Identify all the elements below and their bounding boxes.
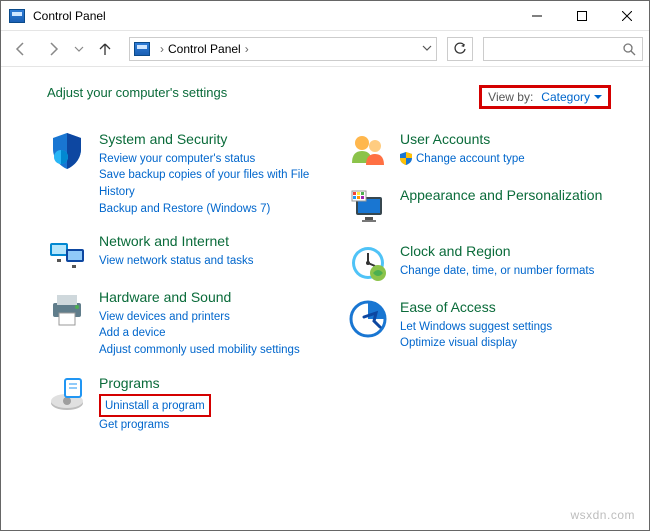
link-date-time-formats[interactable]: Change date, time, or number formats <box>400 263 594 280</box>
link-uninstall-program[interactable]: Uninstall a program <box>105 400 205 412</box>
programs-icon <box>47 375 87 415</box>
left-column: System and Security Review your computer… <box>47 131 318 450</box>
link-add-device[interactable]: Add a device <box>99 325 300 342</box>
category-appearance: Appearance and Personalization <box>348 187 619 227</box>
link-network-status[interactable]: View network status and tasks <box>99 253 253 270</box>
printer-icon <box>47 289 87 329</box>
link-devices-printers[interactable]: View devices and printers <box>99 309 300 326</box>
appearance-icon <box>348 187 388 227</box>
refresh-button[interactable] <box>447 37 473 61</box>
chevron-right-icon[interactable]: › <box>245 42 249 56</box>
category-title[interactable]: Hardware and Sound <box>99 289 300 307</box>
view-by-dropdown[interactable]: Category <box>541 90 602 104</box>
titlebar: Control Panel <box>1 1 649 31</box>
window-title: Control Panel <box>33 9 106 23</box>
view-by-label: View by: <box>488 90 533 104</box>
address-bar[interactable]: › Control Panel › <box>129 37 437 61</box>
recent-locations-button[interactable] <box>71 35 87 63</box>
category-network-internet: Network and Internet View network status… <box>47 233 318 273</box>
category-title[interactable]: Programs <box>99 375 211 393</box>
search-input[interactable] <box>483 37 643 61</box>
category-title[interactable]: Ease of Access <box>400 299 552 317</box>
category-title[interactable]: System and Security <box>99 131 318 149</box>
content-area: Adjust your computer's settings View by:… <box>1 67 649 508</box>
address-dropdown-button[interactable] <box>422 42 432 56</box>
category-programs: Programs Uninstall a program Get program… <box>47 375 318 434</box>
link-file-history[interactable]: Save backup copies of your files with Fi… <box>99 167 318 200</box>
category-user-accounts: User Accounts Change account type <box>348 131 619 171</box>
clock-icon <box>348 243 388 283</box>
right-column: User Accounts Change account type Appear… <box>348 131 619 450</box>
watermark: wsxdn.com <box>1 508 649 530</box>
close-button[interactable] <box>604 1 649 30</box>
search-icon <box>622 42 636 56</box>
link-backup-restore[interactable]: Backup and Restore (Windows 7) <box>99 201 318 218</box>
link-review-status[interactable]: Review your computer's status <box>99 151 318 168</box>
category-title[interactable]: Clock and Region <box>400 243 594 261</box>
link-suggest-settings[interactable]: Let Windows suggest settings <box>400 319 552 336</box>
breadcrumb-icon <box>134 42 150 56</box>
breadcrumb-item[interactable]: Control Panel <box>168 42 241 56</box>
category-hardware-sound: Hardware and Sound View devices and prin… <box>47 289 318 359</box>
minimize-button[interactable] <box>514 1 559 30</box>
link-change-account-type[interactable]: Change account type <box>416 151 525 168</box>
uac-shield-icon <box>400 152 412 165</box>
category-clock-region: Clock and Region Change date, time, or n… <box>348 243 619 283</box>
up-button[interactable] <box>91 35 119 63</box>
category-system-security: System and Security Review your computer… <box>47 131 318 217</box>
link-get-programs[interactable]: Get programs <box>99 417 211 434</box>
navigation-bar: › Control Panel › <box>1 31 649 67</box>
category-title[interactable]: Appearance and Personalization <box>400 187 602 205</box>
maximize-button[interactable] <box>559 1 604 30</box>
network-icon <box>47 233 87 273</box>
control-panel-window: Control Panel › Control Panel › <box>0 0 650 531</box>
category-title[interactable]: Network and Internet <box>99 233 253 251</box>
ease-of-access-icon <box>348 299 388 339</box>
category-title[interactable]: User Accounts <box>400 131 525 149</box>
caret-down-icon <box>594 93 602 101</box>
uninstall-highlight: Uninstall a program <box>99 394 211 417</box>
category-ease-of-access: Ease of Access Let Windows suggest setti… <box>348 299 619 352</box>
chevron-right-icon: › <box>160 42 164 56</box>
link-optimize-display[interactable]: Optimize visual display <box>400 335 552 352</box>
page-title: Adjust your computer's settings <box>47 85 227 100</box>
view-by-highlight: View by: Category <box>479 85 611 109</box>
control-panel-icon <box>9 9 25 23</box>
link-mobility-settings[interactable]: Adjust commonly used mobility settings <box>99 342 300 359</box>
user-accounts-icon <box>348 131 388 171</box>
back-button[interactable] <box>7 35 35 63</box>
forward-button[interactable] <box>39 35 67 63</box>
shield-icon <box>47 131 87 171</box>
